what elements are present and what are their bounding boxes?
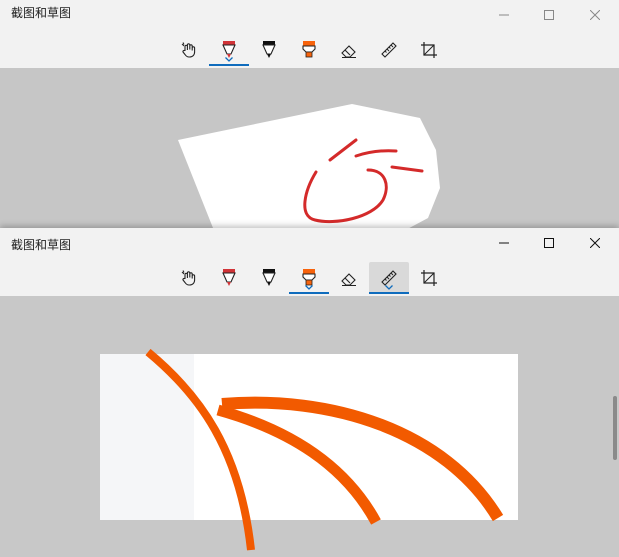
touch-writing-icon <box>181 270 196 286</box>
eraser-icon <box>341 45 356 58</box>
ballpoint-pen-button[interactable] <box>209 262 249 294</box>
maximize-icon <box>544 238 554 248</box>
canvas-drawing <box>178 104 440 228</box>
drawing-canvas[interactable] <box>0 68 619 228</box>
minimize-button[interactable] <box>481 228 527 258</box>
window-title: 截图和草图 <box>11 238 72 252</box>
crop-icon <box>421 42 437 58</box>
pencil-icon <box>262 269 276 286</box>
touch-writing-icon <box>181 42 196 58</box>
pencil-button[interactable] <box>249 262 289 294</box>
ruler-button[interactable] <box>369 34 409 66</box>
snip-sketch-window-top: 截图和草图 <box>0 0 619 228</box>
minimize-button[interactable] <box>481 0 527 30</box>
pencil-button[interactable] <box>249 34 289 66</box>
touch-writing-button[interactable] <box>169 34 209 66</box>
pencil-icon <box>262 41 276 58</box>
white-shape <box>178 104 440 228</box>
eraser-button[interactable] <box>329 34 369 66</box>
ballpoint-pen-icon <box>222 269 236 286</box>
selected-underline <box>209 64 249 66</box>
snip-sketch-window-bottom: 截图和草图 <box>0 228 619 557</box>
close-button[interactable] <box>572 0 618 30</box>
chevron-down-icon <box>305 285 313 290</box>
highlighter-icon <box>302 41 316 58</box>
touch-writing-button[interactable] <box>169 262 209 294</box>
ballpoint-pen-button[interactable] <box>209 34 249 66</box>
canvas-drawing <box>100 348 518 551</box>
title-bar: 截图和草图 <box>0 228 619 258</box>
toolbar <box>0 258 619 296</box>
crop-icon <box>421 270 437 286</box>
maximize-icon <box>544 10 554 20</box>
title-bar: 截图和草图 <box>0 0 619 30</box>
crop-button[interactable] <box>409 34 449 66</box>
maximize-button[interactable] <box>526 0 572 30</box>
close-button[interactable] <box>572 228 618 258</box>
selected-underline <box>369 292 409 294</box>
chevron-down-icon <box>385 285 393 290</box>
minimize-icon <box>499 14 509 16</box>
highlighter-button[interactable] <box>289 262 329 294</box>
minimize-icon <box>499 242 509 244</box>
highlighter-button[interactable] <box>289 34 329 66</box>
close-icon <box>590 10 600 20</box>
window-title: 截图和草图 <box>11 6 72 20</box>
maximize-button[interactable] <box>526 228 572 258</box>
chevron-down-icon <box>225 57 233 62</box>
selected-underline <box>289 292 329 294</box>
ruler-icon <box>381 42 397 58</box>
drawing-canvas[interactable] <box>0 300 619 557</box>
ruler-button[interactable] <box>369 262 409 294</box>
toolbar <box>0 30 619 68</box>
eraser-icon <box>341 273 356 286</box>
vertical-scrollbar-thumb[interactable] <box>613 396 617 460</box>
crop-button[interactable] <box>409 262 449 294</box>
eraser-button[interactable] <box>329 262 369 294</box>
close-icon <box>590 238 600 248</box>
